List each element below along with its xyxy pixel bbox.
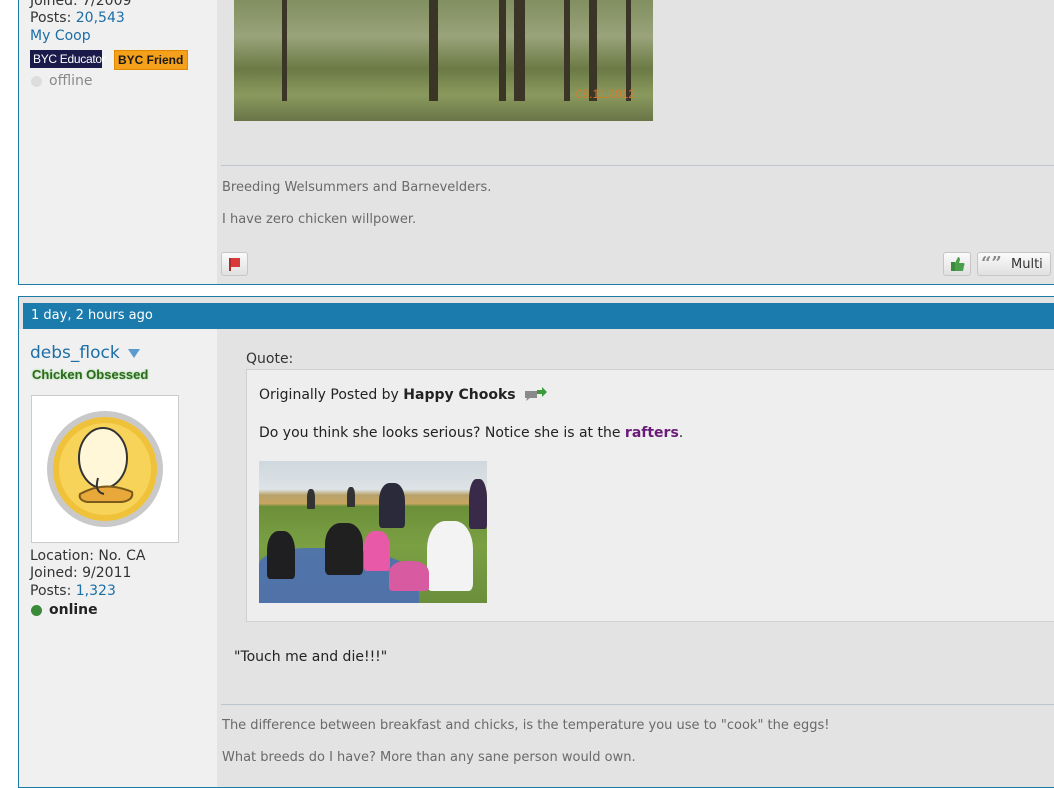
username-link[interactable]: debs_flock (30, 343, 141, 363)
byc-educator-badge: BYC Educator (30, 50, 106, 68)
post-count-link[interactable]: 1,323 (76, 583, 116, 599)
post-2-content: Quote: Originally Posted by Happy Chooks… (217, 329, 1054, 787)
signature-line-1: Breeding Welsummers and Barnevelders. (222, 180, 492, 195)
family-picnic-photo[interactable] (259, 461, 487, 603)
egg-chick-avatar-image (47, 411, 163, 527)
post-2-user-sidebar: debs_flock Chicken Obsessed Location: No… (19, 329, 217, 787)
post-count: Posts: 1,323 (30, 583, 116, 599)
multi-quote-button[interactable]: “” Multi (977, 252, 1051, 276)
quote-box: Originally Posted by Happy Chooks Do you… (246, 369, 1054, 622)
quote-text: Do you think she looks serious? Notice s… (259, 425, 684, 441)
signature-line-2: What breeds do I have? More than any san… (222, 750, 636, 765)
post-1-content: 08.11.2012 Breeding Welsummers and Barne… (217, 0, 1054, 284)
quote-author: Happy Chooks (403, 387, 516, 403)
post-timestamp: 1 day, 2 hours ago (31, 308, 153, 323)
signature-line-2: I have zero chicken willpower. (222, 212, 417, 227)
quote-marks-icon: “” (981, 253, 1002, 274)
status-text: offline (49, 73, 93, 89)
post-body: "Touch me and die!!!" (234, 649, 388, 665)
signature-line-1: The difference between breakfast and chi… (222, 718, 830, 733)
joined-info: Joined: 7/2009 (30, 0, 132, 9)
flag-icon (229, 258, 240, 271)
avatar[interactable] (31, 395, 179, 543)
offline-status-dot (31, 76, 42, 87)
post-count: Posts: 20,543 (30, 10, 125, 26)
thumbs-up-icon (951, 257, 965, 271)
online-status-dot (31, 605, 42, 616)
post-header: 1 day, 2 hours ago (23, 303, 1054, 329)
photo-datestamp: 08.11.2012 (575, 87, 635, 101)
rafters-link[interactable]: rafters (625, 425, 679, 441)
multi-label: Multi (1011, 257, 1043, 272)
joined-info: Joined: 9/2011 (30, 565, 132, 581)
my-coop-link[interactable]: My Coop (30, 28, 91, 44)
view-post-icon[interactable] (524, 387, 548, 403)
post-1: Joined: 7/2009 Posts: 20,543 My Coop BYC… (18, 0, 1054, 285)
status-text: online (49, 602, 98, 618)
quote-label: Quote: (246, 351, 294, 367)
chevron-down-icon[interactable] (128, 349, 141, 358)
quote-attribution: Originally Posted by Happy Chooks (259, 387, 548, 403)
post-2: 1 day, 2 hours ago debs_flock Chicken Ob… (18, 296, 1054, 788)
signature-divider (221, 704, 1054, 705)
user-rank: Chicken Obsessed (32, 367, 149, 382)
byc-friend-badge: BYC Friend (114, 50, 188, 70)
report-button[interactable] (221, 252, 248, 276)
signature-divider (221, 165, 1054, 166)
post-1-user-sidebar: Joined: 7/2009 Posts: 20,543 My Coop BYC… (19, 0, 217, 284)
forest-photo[interactable]: 08.11.2012 (234, 0, 653, 121)
post-count-link[interactable]: 20,543 (76, 10, 125, 26)
location-info: Location: No. CA (30, 548, 146, 564)
thumbs-up-button[interactable] (943, 252, 971, 276)
my-coop-row: My Coop (30, 28, 91, 44)
